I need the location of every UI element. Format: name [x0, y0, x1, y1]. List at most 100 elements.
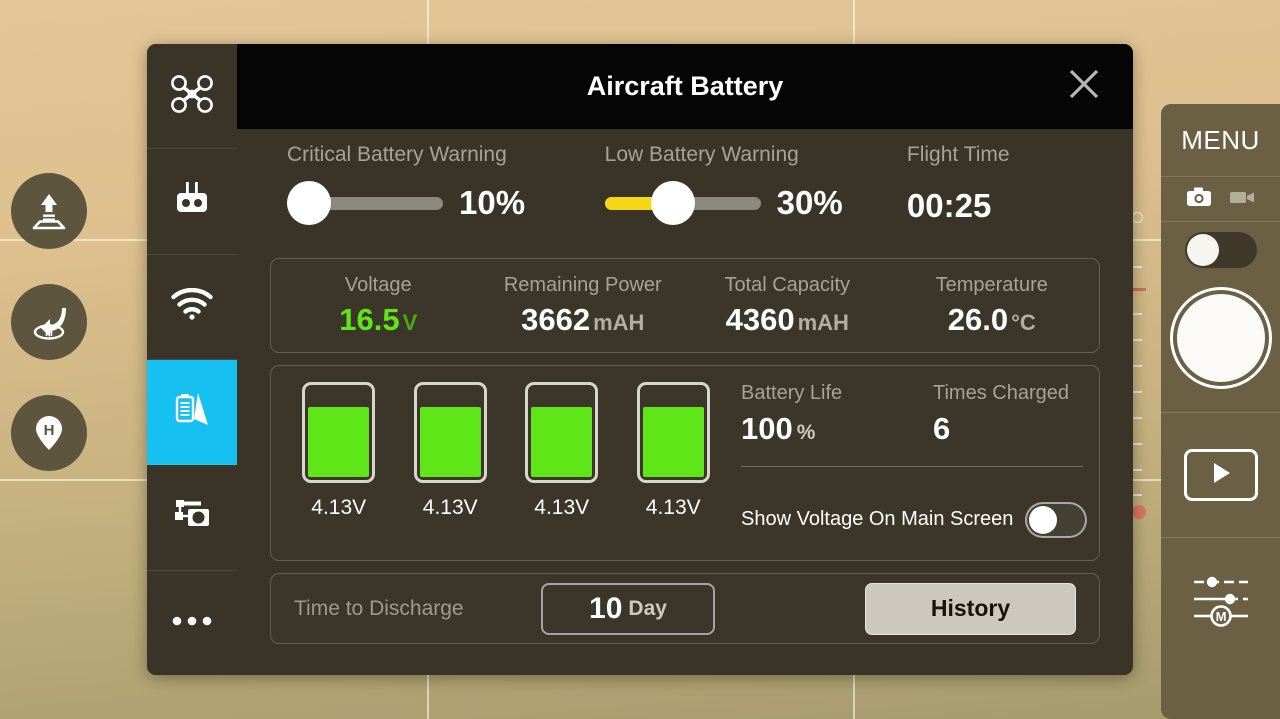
time-to-discharge-unit: Day	[628, 596, 667, 620]
camera-settings-icon: M	[1190, 576, 1252, 632]
return-to-home-icon: H	[28, 301, 70, 343]
cell-voltage-label: 4.13V	[311, 496, 367, 519]
stat-label: Voltage	[344, 273, 412, 296]
cell-voltage-label: 4.13V	[534, 496, 590, 519]
show-voltage-toggle[interactable]	[1025, 501, 1087, 538]
battery-cells-card: 4.13V 4.13V 4.13V 4.13V Battery Life 100…	[270, 365, 1100, 561]
drone-icon	[170, 74, 214, 119]
history-button[interactable]: History	[865, 582, 1076, 635]
stat-total-capacity: Total Capacity 4360 mAH	[685, 274, 890, 338]
toggle-knob	[1186, 234, 1219, 266]
cell-battery-indicator	[636, 382, 710, 483]
camera-control-panel: MENU M	[1161, 104, 1280, 719]
sidebar-item-image-transmission[interactable]	[147, 255, 237, 360]
time-to-discharge-label: Time to Discharge	[294, 596, 464, 620]
remote-controller-icon	[172, 179, 212, 224]
cell-battery-indicator	[413, 382, 487, 483]
cell-fill	[642, 406, 704, 477]
capture-mode-row	[1161, 177, 1280, 221]
time-to-discharge-input[interactable]: 10 Day	[541, 582, 715, 635]
flight-time-value: 00:25	[906, 187, 992, 224]
dialog-header: Aircraft Battery	[237, 44, 1133, 129]
more-dots-icon	[170, 614, 214, 632]
dialog-body: Critical Battery Warning 10% Low Battery…	[237, 129, 1133, 675]
sidebar-item-remote-controller[interactable]	[147, 149, 237, 255]
show-voltage-label: Show Voltage On Main Screen	[741, 508, 1014, 530]
critical-warning-value: 10%	[459, 184, 526, 221]
critical-battery-warning: Critical Battery Warning 10%	[287, 143, 605, 225]
battery-warnings-row: Critical Battery Warning 10% Low Battery…	[270, 143, 1100, 258]
close-icon	[1064, 64, 1104, 109]
battery-icon	[170, 389, 214, 436]
times-charged-value: 6	[933, 411, 951, 446]
capture-mode-toggle[interactable]	[1184, 232, 1257, 268]
stat-label: Total Capacity	[724, 273, 851, 296]
slider-thumb[interactable]	[287, 181, 331, 225]
times-charged-label: Times Charged	[933, 382, 1069, 404]
camera-settings-button[interactable]: M	[1190, 572, 1252, 633]
battery-stats-card: Voltage 16.5 V Remaining Power 3662 mAH To…	[270, 258, 1100, 353]
home-point-icon: H	[28, 412, 70, 454]
video-camera-icon[interactable]	[1229, 186, 1255, 213]
battery-life-block: Battery Life 100%	[741, 382, 933, 466]
cell-battery-indicator	[302, 382, 376, 483]
stat-value: 16.5 V	[339, 302, 417, 338]
times-charged-block: Times Charged 6	[933, 382, 1069, 466]
panel-divider	[1161, 537, 1280, 538]
discharge-card: Time to Discharge 10 Day History	[270, 573, 1100, 644]
settings-sidebar	[147, 44, 237, 675]
ruler-mark-red	[1131, 288, 1146, 291]
panel-divider	[1161, 221, 1280, 222]
gimbal-camera-icon	[171, 496, 213, 539]
svg-text:H: H	[45, 327, 53, 339]
cell-voltage-label: 4.13V	[645, 496, 701, 519]
stat-unit: V	[402, 309, 418, 335]
battery-life-label: Battery Life	[741, 382, 843, 404]
cell-item: 4.13V	[302, 382, 376, 520]
wifi-icon	[171, 288, 213, 325]
sidebar-item-aircraft[interactable]	[147, 44, 237, 150]
battery-life-number: 100	[741, 411, 793, 446]
critical-warning-slider[interactable]	[287, 181, 443, 225]
stat-value: 3662 mAH	[521, 302, 644, 338]
sidebar-item-battery[interactable]	[147, 359, 237, 466]
flight-control-buttons: H H	[11, 173, 87, 471]
flight-time-block: Flight Time 00:25	[907, 143, 1100, 225]
stat-temperature: Temperature 26.0 °C	[890, 274, 1095, 338]
battery-life-unit: %	[796, 421, 816, 444]
aircraft-battery-dialog: Aircraft Battery Critical Battery Warnin…	[147, 44, 1133, 675]
sidebar-item-gimbal[interactable]	[147, 465, 237, 571]
slider-thumb[interactable]	[650, 181, 695, 225]
cell-item: 4.13V	[413, 382, 487, 520]
stat-label: Remaining Power	[503, 273, 662, 296]
cell-battery-indicator	[525, 382, 599, 483]
flight-time-label: Flight Time	[906, 143, 1010, 166]
battery-life-value: 100%	[741, 411, 933, 447]
playback-button[interactable]	[1183, 449, 1258, 501]
low-warning-slider[interactable]	[604, 181, 761, 225]
low-warning-control: 30%	[604, 181, 907, 225]
stat-value: 4360 mAH	[726, 302, 849, 338]
panel-divider	[1161, 412, 1280, 413]
home-point-button[interactable]: H	[11, 395, 87, 471]
auto-takeoff-button[interactable]	[11, 173, 87, 249]
camera-icon[interactable]	[1186, 186, 1212, 213]
shutter-button[interactable]	[1172, 290, 1269, 386]
sidebar-item-more[interactable]	[147, 571, 237, 675]
svg-text:M: M	[1215, 609, 1226, 624]
stat-number: 16.5	[339, 301, 400, 337]
ruler-blob-red	[1132, 505, 1146, 519]
cell-list: 4.13V 4.13V 4.13V 4.13V	[271, 382, 741, 560]
cell-fill	[531, 406, 593, 477]
return-to-home-button[interactable]: H	[11, 284, 87, 360]
svg-text:H: H	[44, 422, 55, 439]
menu-button[interactable]: MENU	[1161, 104, 1280, 176]
stat-voltage: Voltage 16.5 V	[276, 274, 481, 338]
stat-unit: °C	[1011, 309, 1036, 335]
dialog-title: Aircraft Battery	[586, 71, 784, 101]
toggle-knob	[1029, 505, 1057, 534]
close-button[interactable]	[1061, 64, 1107, 110]
cell-fill	[419, 406, 481, 477]
exposure-ruler	[1131, 0, 1165, 719]
stat-value: 26.0 °C	[948, 302, 1036, 338]
